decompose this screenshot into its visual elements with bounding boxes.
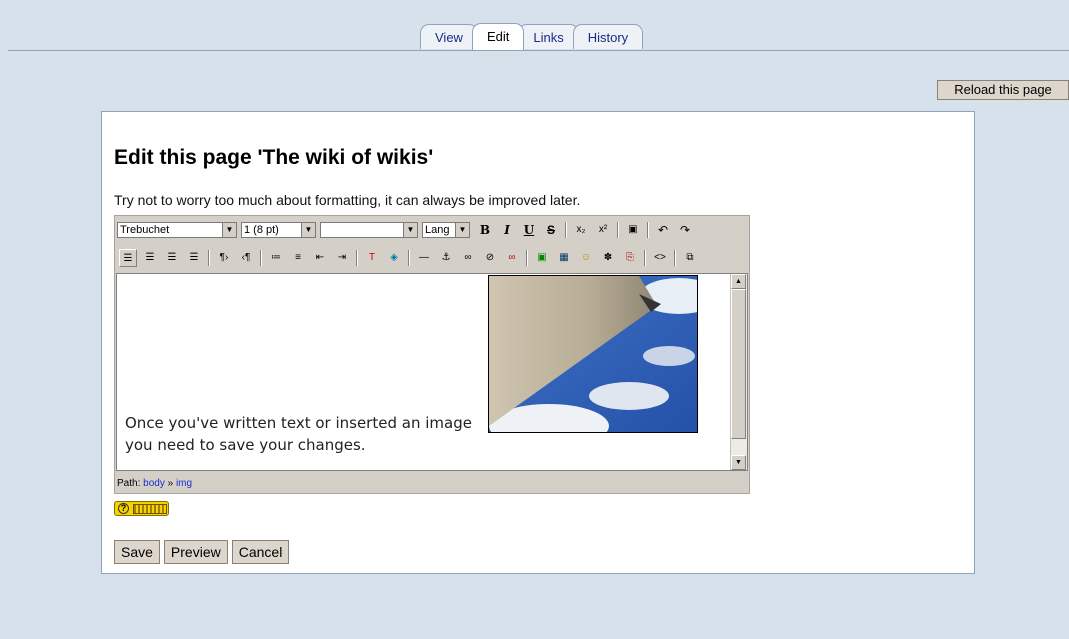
ordered-list-icon[interactable]: ≔ <box>267 249 285 267</box>
tab-bar: View Edit Links History <box>420 23 644 51</box>
redo-icon[interactable]: ↷ <box>676 221 694 239</box>
text-color-icon[interactable]: T <box>363 249 381 267</box>
search-replace-icon[interactable]: ⎘ <box>621 249 639 267</box>
help-icon: ? <box>118 503 129 514</box>
smiley-icon[interactable]: ☺ <box>577 249 595 267</box>
tab-view[interactable]: View <box>420 24 478 49</box>
link-icon[interactable]: ∞ <box>459 249 477 267</box>
editor-content-area[interactable]: Once you've written text or inserted an … <box>116 273 748 471</box>
scroll-thumb[interactable] <box>731 289 746 439</box>
justify-icon[interactable]: ☰ <box>185 249 203 267</box>
chevron-down-icon: ▼ <box>301 223 315 237</box>
toolbar-separator <box>260 250 262 266</box>
fullscreen-icon[interactable]: ⧉ <box>681 249 699 267</box>
anchor-icon[interactable]: ⚓ <box>437 249 455 267</box>
tab-links[interactable]: Links <box>518 24 579 49</box>
tab-edit[interactable]: Edit <box>471 23 525 50</box>
special-char-icon[interactable]: ✽ <box>599 249 617 267</box>
size-select-value: 1 (8 pt) <box>244 224 279 236</box>
toolbar-separator <box>526 250 528 266</box>
toolbar-separator <box>644 250 646 266</box>
nolink-icon[interactable]: ∞ <box>503 249 521 267</box>
path-separator: » <box>167 478 174 489</box>
chevron-down-icon: ▼ <box>222 223 236 237</box>
editor-scrollbar[interactable]: ▲ ▼ <box>730 274 747 470</box>
tower-photo <box>489 276 697 432</box>
insert-image-icon[interactable]: ▣ <box>533 249 551 267</box>
html-source-icon[interactable]: <> <box>651 249 669 267</box>
editor-toolbar-row-2: ☰ ☰ ☰ ☰ ¶› ‹¶ ≔ ≡ ⇤ ⇥ T ◈ — ⚓ ∞ ⊘ ∞ ▣ ▦ … <box>117 246 701 270</box>
insert-table-icon[interactable]: ▦ <box>555 249 573 267</box>
lang-select-value: Lang <box>425 224 450 236</box>
undo-icon[interactable]: ↶ <box>654 221 672 239</box>
horizontal-rule-icon[interactable]: — <box>415 249 433 267</box>
edit-panel: Edit this page 'The wiki of wikis' Try n… <box>101 111 975 574</box>
rtl-icon[interactable]: ‹¶ <box>237 249 255 267</box>
underline-button[interactable]: U <box>520 221 538 239</box>
font-select[interactable]: Trebuchet ▼ <box>117 222 237 238</box>
strikethrough-button[interactable]: S <box>542 221 560 239</box>
bold-button[interactable]: B <box>476 221 494 239</box>
unordered-list-icon[interactable]: ≡ <box>289 249 307 267</box>
toolbar-separator <box>356 250 358 266</box>
editor-text: Once you've written text or inserted an … <box>125 412 472 456</box>
scroll-down-icon[interactable]: ▼ <box>731 455 746 470</box>
inserted-image <box>488 275 698 433</box>
cancel-button[interactable]: Cancel <box>231 540 290 564</box>
superscript-icon[interactable]: x² <box>594 221 612 239</box>
path-label: Path: <box>117 478 141 489</box>
format-select[interactable]: ▼ <box>320 222 418 238</box>
editor-path-bar: Path: body » img <box>117 478 192 489</box>
indent-icon[interactable]: ⇥ <box>333 249 351 267</box>
save-button[interactable]: Save <box>114 540 160 564</box>
italic-button[interactable]: I <box>498 221 516 239</box>
chevron-down-icon: ▼ <box>455 223 469 237</box>
editor-toolbar-row-1: Trebuchet ▼ 1 (8 pt) ▼ ▼ Lang ▼ B I U S … <box>117 219 696 241</box>
toolbar-separator <box>617 222 619 238</box>
size-select[interactable]: 1 (8 pt) ▼ <box>241 222 316 238</box>
background-color-icon[interactable]: ◈ <box>385 249 403 267</box>
keyboard-help-button[interactable]: ? <box>114 501 169 516</box>
path-img-link[interactable]: img <box>176 478 192 489</box>
preview-button[interactable]: Preview <box>163 540 228 564</box>
outdent-icon[interactable]: ⇤ <box>311 249 329 267</box>
editor-text-line: Once you've written text or inserted an … <box>125 414 472 432</box>
reload-page-button[interactable]: Reload this page <box>937 80 1069 100</box>
form-actions: Save Preview Cancel <box>114 540 293 564</box>
font-select-value: Trebuchet <box>120 224 170 236</box>
unlink-icon[interactable]: ⊘ <box>481 249 499 267</box>
toolbar-separator <box>647 222 649 238</box>
align-left-icon[interactable]: ☰ <box>119 249 137 267</box>
paste-word-icon[interactable]: ▣ <box>624 221 642 239</box>
scroll-up-icon[interactable]: ▲ <box>731 274 746 289</box>
toolbar-separator <box>408 250 410 266</box>
subscript-icon[interactable]: x₂ <box>572 221 590 239</box>
tab-history[interactable]: History <box>572 24 644 49</box>
page-title: Edit this page 'The wiki of wikis' <box>114 146 434 169</box>
toolbar-separator <box>674 250 676 266</box>
lang-select[interactable]: Lang ▼ <box>422 222 470 238</box>
intro-text: Try not to worry too much about formatti… <box>114 192 581 208</box>
editor-text-line: you need to save your changes. <box>125 436 366 454</box>
align-right-icon[interactable]: ☰ <box>163 249 181 267</box>
toolbar-separator <box>208 250 210 266</box>
path-body-link[interactable]: body <box>143 478 165 489</box>
keyboard-icon <box>133 503 167 514</box>
align-center-icon[interactable]: ☰ <box>141 249 159 267</box>
ltr-icon[interactable]: ¶› <box>215 249 233 267</box>
chevron-down-icon: ▼ <box>403 223 417 237</box>
toolbar-separator <box>565 222 567 238</box>
rich-text-editor: Trebuchet ▼ 1 (8 pt) ▼ ▼ Lang ▼ B I U S … <box>114 215 750 494</box>
